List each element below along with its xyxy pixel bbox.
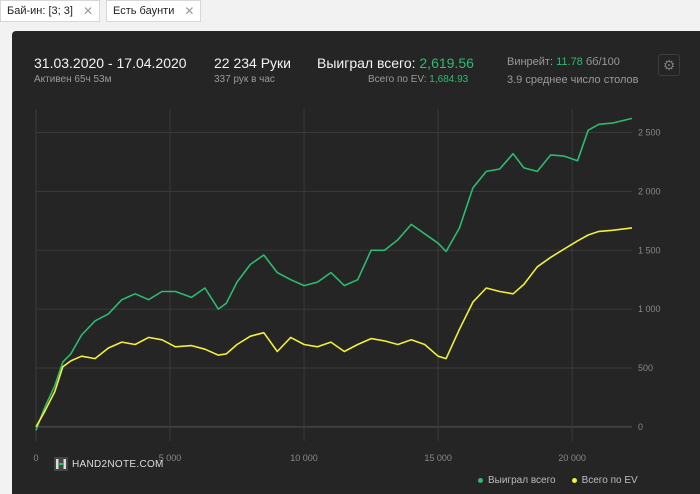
filter-chip-buyin[interactable]: Бай-ин: [3; 3] ✕ [0,0,100,22]
legend-won-label: Выиграл всего [488,475,556,486]
y-tick-label: 2 500 [638,128,661,138]
close-icon[interactable]: ✕ [184,4,194,18]
x-tick-label: 10 000 [290,453,318,463]
x-tick-label: 0 [33,453,38,463]
close-icon[interactable]: ✕ [83,4,93,18]
graph-panel: 0 500 1 000 1 500 2 000 2 500 0 5 000 10 000 15 0… [12,31,700,494]
ev-label: Всего по EV: [368,74,427,85]
winrate-label: Винрейт: [507,56,554,68]
hands-per-hour: 337 рук в час [214,74,275,85]
ev-total: Всего по EV: 1,684.93 [368,74,468,85]
filter-chip-label: Есть баунти [113,5,175,17]
legend-ev-label: Всего по EV [581,475,638,486]
y-tick-label: 1 500 [638,245,661,255]
hand2note-logo: HAND2NOTE.COM [54,457,164,471]
winrate-unit: бб/100 [585,56,620,68]
y-tick-label: 1 000 [638,304,661,314]
hands-count: 22 234 Руки [214,55,291,71]
x-tick-label: 15 000 [424,453,452,463]
winrate-value: 11.78 [556,56,583,68]
logo-icon [54,457,68,471]
y-tick-label: 2 000 [638,186,661,196]
logo-text: HAND2NOTE.COM [72,458,164,470]
ev-series-line [35,227,633,428]
x-tick-label: 20 000 [558,453,586,463]
filter-chip-label: Бай-ин: [3; 3] [7,5,73,17]
settings-button[interactable]: ⚙ [658,54,680,76]
gear-icon: ⚙ [662,56,676,73]
stats-header: 31.03.2020 - 17.04.2020 Активен 65ч 53м … [12,31,700,101]
active-time: Активен 65ч 53м [34,74,112,85]
date-range: 31.03.2020 - 17.04.2020 [34,55,187,71]
filter-chip-bounty[interactable]: Есть баунти ✕ [106,0,202,22]
y-tick-label: 500 [638,363,653,373]
winrate: Винрейт: 11.78 бб/100 [507,56,620,68]
won-series-line [35,117,633,431]
ev-value: 1,684.93 [429,74,469,85]
legend-won-dot [478,478,483,483]
won-value: 2,619.56 [419,55,474,71]
won-label: Выиграл всего: [317,55,416,71]
legend-ev-dot [571,478,577,483]
filter-bar: Бай-ин: [3; 3] ✕ Есть баунти ✕ [0,0,202,22]
legend: Выиграл всего Всего по EV [478,475,638,486]
avg-tables: 3.9 среднее число столов [507,74,639,86]
y-tick-label: 0 [638,422,643,432]
won-total: Выиграл всего: 2,619.56 [317,55,474,71]
